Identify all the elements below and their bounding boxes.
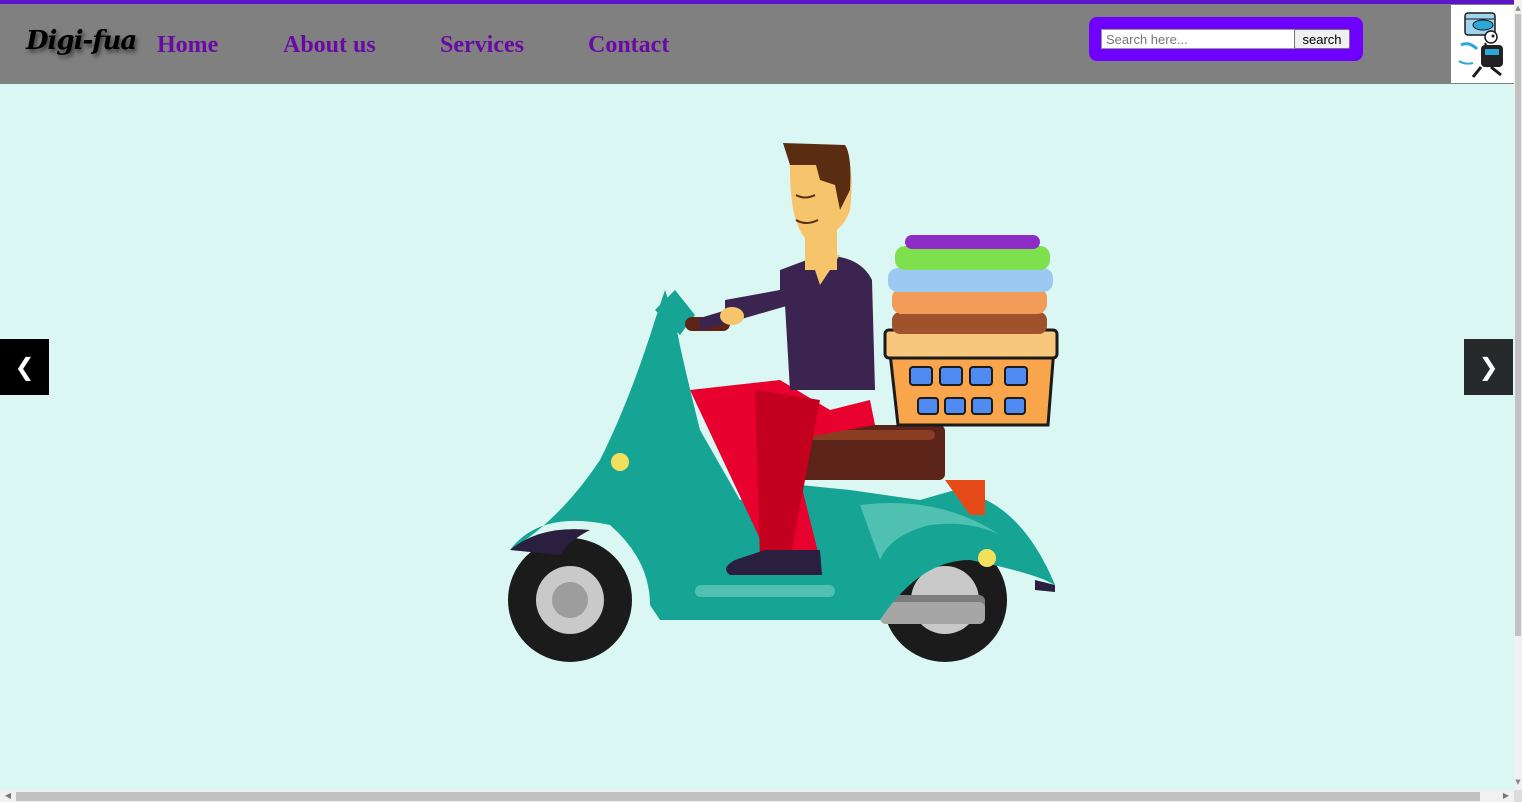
scroll-up-arrow-icon[interactable]: ▲ [1514,2,1522,14]
nav-link-contact[interactable]: Contact [588,32,669,59]
slider-prev-button[interactable]: ❮ [0,339,49,395]
slider-next-button[interactable]: ❯ [1464,339,1513,395]
nav-link-about-us[interactable]: About us [283,32,376,59]
scroll-right-arrow-icon[interactable]: ▶ [1500,790,1512,802]
navbar: Digi-fua Home About us Services Contact … [0,4,1514,84]
search-form: search [1089,17,1363,61]
scrollbar-corner [1514,790,1522,802]
scroll-down-arrow-icon[interactable]: ▼ [1514,776,1522,788]
scroll-left-arrow-icon[interactable]: ◀ [2,790,14,802]
vertical-scroll-thumb[interactable] [1515,14,1521,636]
horizontal-scrollbar[interactable]: ◀ ▶ [0,790,1514,802]
vertical-scrollbar[interactable]: ▲ ▼ [1514,0,1522,790]
site-logo[interactable]: Digi-fua [26,26,137,56]
horizontal-scroll-thumb[interactable] [16,792,1480,801]
nav-link-services[interactable]: Services [440,32,524,59]
laundry-delivery-man-icon [1451,5,1514,83]
search-button[interactable]: search [1294,29,1350,49]
nav-link-home[interactable]: Home [157,32,218,59]
search-input[interactable] [1101,29,1297,49]
laundry-delivery-scooter-illustration [500,140,1060,674]
